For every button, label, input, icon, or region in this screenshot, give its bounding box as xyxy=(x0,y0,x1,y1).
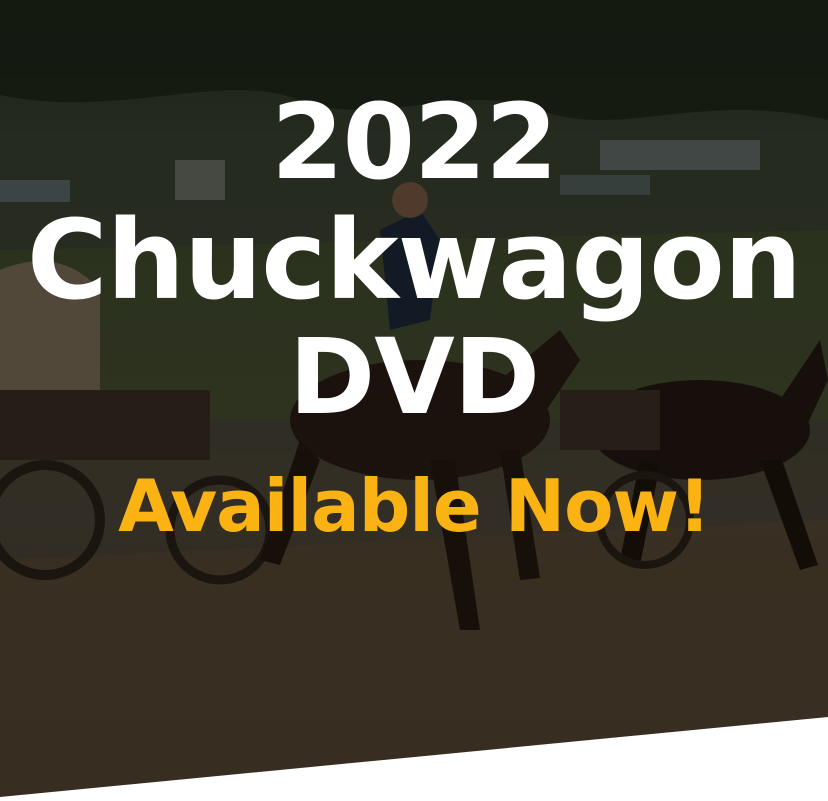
hero-banner: 2022 Chuckwagon DVD Available Now! xyxy=(0,0,828,801)
title-chuckwagon: Chuckwagon xyxy=(26,196,802,324)
available-now-tagline: Available Now! xyxy=(118,464,711,548)
title-year: 2022 xyxy=(271,81,557,203)
title-dvd: DVD xyxy=(288,316,540,438)
